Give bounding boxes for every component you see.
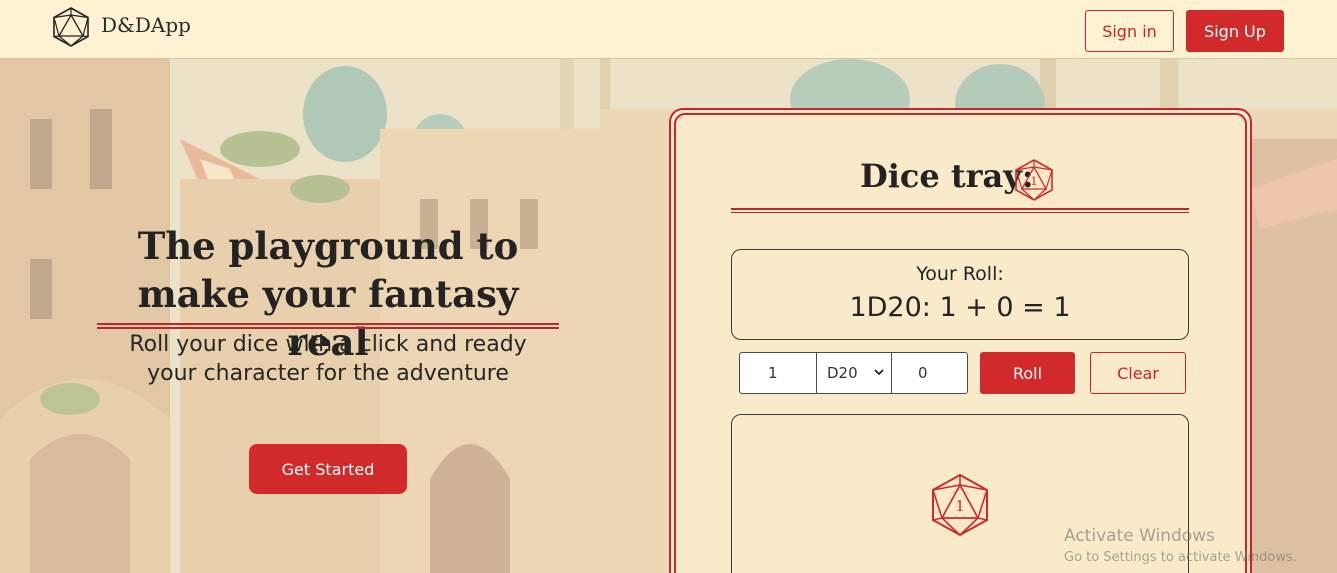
hero-subtitle-line-1: Roll your dice with a click and ready: [129, 332, 527, 357]
sign-in-button[interactable]: Sign in: [1085, 10, 1174, 52]
d20-icon: 1: [1015, 159, 1053, 201]
brand-name[interactable]: D&DApp: [101, 13, 191, 37]
hero-subtitle: Roll your dice with a click and ready yo…: [98, 330, 558, 388]
activate-windows-title: Activate Windows: [1064, 526, 1215, 546]
d20-logo-icon[interactable]: [52, 7, 90, 47]
dice-tray-title-rule: [731, 208, 1189, 213]
clear-button[interactable]: Clear: [1090, 352, 1186, 394]
sign-up-button[interactable]: Sign Up: [1186, 10, 1284, 52]
rolled-face-number: 1: [955, 497, 965, 515]
rolled-d20-icon: 1: [932, 473, 988, 537]
modifier-input[interactable]: [891, 352, 968, 394]
hero-title-underline: [97, 323, 559, 329]
top-navbar: D&DApp Sign in Sign Up: [0, 0, 1337, 59]
roll-label: Your Roll:: [916, 263, 1004, 285]
hero-subtitle-line-2: your character for the adventure: [147, 361, 509, 386]
die-type-selected: D20: [827, 364, 858, 382]
chevron-down-icon: [874, 369, 884, 376]
dice-tray-title: Dice tray:: [860, 157, 1034, 195]
roll-result-text: 1D20: 1 + 0 = 1: [849, 292, 1071, 323]
die-type-select[interactable]: D20: [816, 352, 892, 394]
d20-face-number: 1: [1031, 175, 1038, 188]
dice-count-input[interactable]: [739, 352, 817, 394]
roll-button[interactable]: Roll: [980, 352, 1075, 394]
activate-windows-subtitle: Go to Settings to activate Windows.: [1064, 550, 1297, 565]
get-started-button[interactable]: Get Started: [249, 444, 407, 494]
hero-title-line-1: The playground to: [137, 224, 519, 268]
